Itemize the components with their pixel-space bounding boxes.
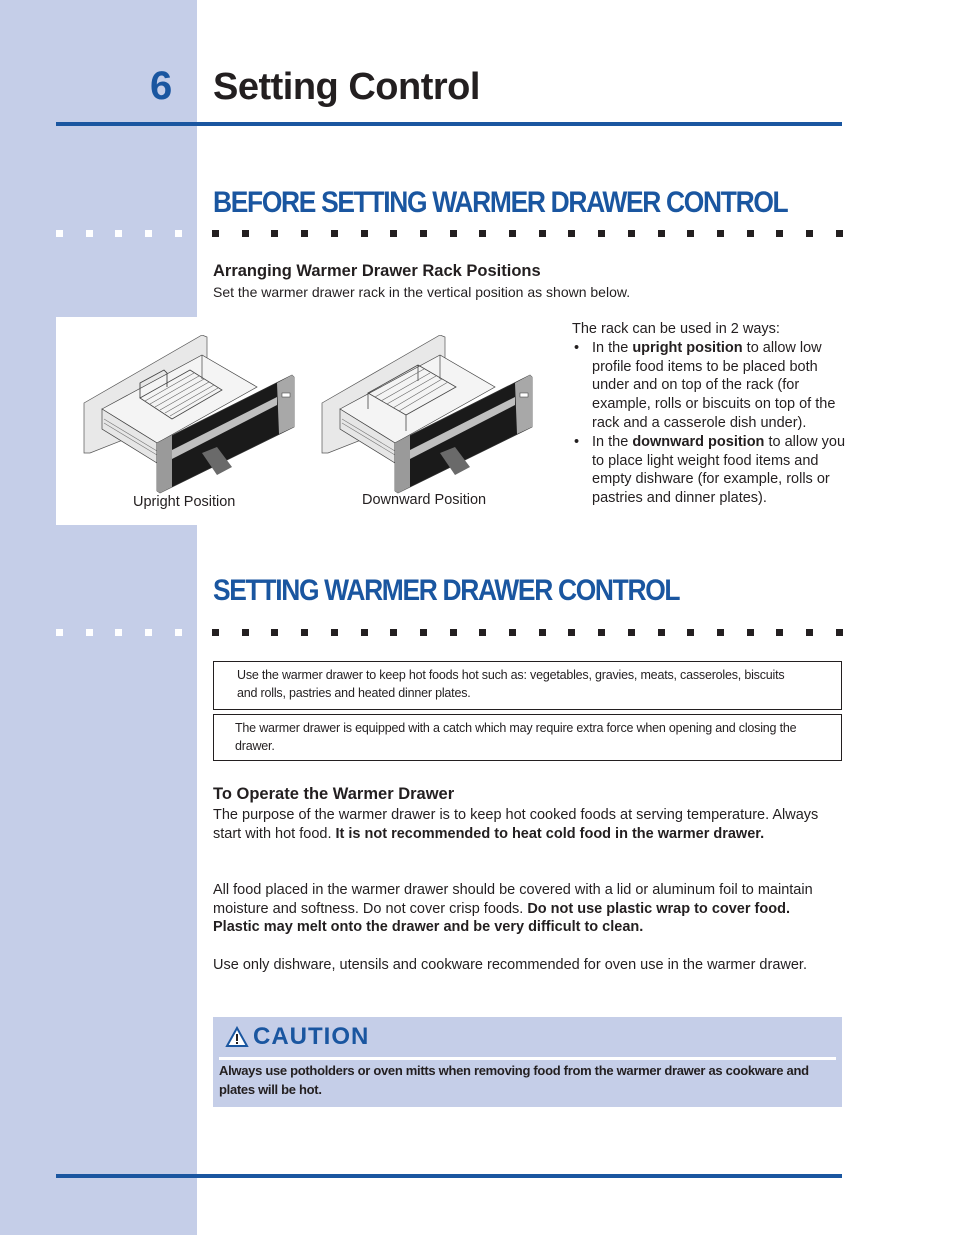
divider-square — [174, 629, 182, 636]
divider-square — [301, 629, 309, 636]
divider-square — [657, 629, 665, 636]
divider-square — [746, 629, 754, 636]
divider-square — [419, 629, 427, 636]
dotted-divider — [56, 230, 846, 238]
caution-title: CAUTION — [225, 1023, 369, 1051]
divider-square — [509, 629, 516, 636]
divider-square — [449, 230, 457, 237]
divider-square — [271, 629, 279, 636]
divider-square — [212, 629, 219, 636]
chapter-number: 6 — [150, 64, 173, 108]
caution-box: CAUTION Always use potholders or oven mi… — [213, 1017, 842, 1107]
divider-square — [360, 230, 368, 237]
divider-square — [657, 230, 665, 237]
divider-square — [806, 629, 813, 636]
caption-upright-position: Upright Position — [133, 494, 236, 510]
divider-square — [360, 629, 368, 636]
section-heading-before-setting: BEFORE SETTING WARMER DRAWER CONTROL — [213, 186, 789, 219]
rack-usage-list: The rack can be used in 2 ways: • In the… — [572, 320, 847, 508]
divider-square — [115, 230, 123, 237]
caution-label: CAUTION — [253, 1023, 370, 1050]
divider-square — [627, 230, 635, 237]
warmer-drawer-downward-rack-illustration — [321, 335, 533, 494]
paragraph-text: Use only dishware, utensils and cookware… — [213, 957, 807, 973]
caution-text: Always use potholders or oven mitts when… — [219, 1063, 809, 1097]
divider-square — [835, 629, 843, 636]
note-box: Use the warmer drawer to keep hot foods … — [213, 661, 842, 710]
caption-downward-position: Downward Position — [362, 492, 487, 508]
divider-square — [716, 629, 724, 636]
divider-square — [835, 230, 843, 237]
warning-triangle-icon — [225, 1026, 249, 1047]
divider-square — [115, 629, 123, 636]
divider-square — [145, 629, 153, 636]
paragraph: All food placed in the warmer drawer sho… — [213, 881, 833, 937]
subheading-operate-drawer: To Operate the Warmer Drawer — [213, 785, 455, 803]
divider-square — [479, 230, 487, 237]
divider-square — [746, 230, 754, 237]
usage-item-bold: downward position — [632, 433, 765, 450]
divider-square — [598, 629, 606, 636]
rack-intro-text: Set the warmer drawer rack in the vertic… — [213, 284, 631, 300]
divider-square — [538, 230, 546, 237]
figure-panel: Upright Position Downward Position — [56, 317, 566, 525]
divider-square — [716, 230, 724, 237]
divider-square — [776, 230, 784, 237]
sidebar-band — [0, 0, 197, 1235]
paragraph: The purpose of the warmer drawer is to k… — [213, 806, 833, 843]
divider-square — [538, 629, 546, 636]
bullet: • — [574, 339, 580, 356]
divider-square — [806, 230, 813, 237]
divider-square — [568, 230, 576, 237]
divider-square — [85, 629, 93, 636]
divider-square — [212, 230, 219, 237]
divider-square — [241, 230, 249, 237]
paragraph-bold-text: It is not recommended to heat cold food … — [335, 825, 765, 842]
note-text: Use the warmer drawer to keep hot foods … — [237, 668, 785, 700]
usage-item: • In the downward position to allow you … — [572, 433, 847, 508]
divider-square — [85, 230, 93, 237]
divider-square — [56, 230, 63, 237]
header-rule — [56, 122, 842, 126]
usage-item-prefix: In the — [592, 433, 633, 450]
note-text: The warmer drawer is equipped with a cat… — [235, 721, 797, 753]
divider-square — [56, 629, 63, 636]
divider-square — [687, 230, 695, 237]
divider-square — [390, 629, 398, 636]
usage-lead: The rack can be used in 2 ways: — [572, 321, 780, 337]
divider-square — [509, 230, 516, 237]
divider-square — [301, 230, 309, 237]
bullet: • — [574, 433, 580, 450]
caution-divider — [219, 1057, 836, 1060]
divider-square — [479, 629, 487, 636]
divider-square — [776, 629, 784, 636]
usage-item-prefix: In the — [592, 339, 633, 356]
divider-square — [627, 629, 635, 636]
divider-square — [330, 629, 338, 636]
footer-rule — [56, 1174, 842, 1178]
divider-square — [330, 230, 338, 237]
note-box: The warmer drawer is equipped with a cat… — [213, 714, 842, 761]
usage-item-bold: upright position — [632, 339, 743, 356]
divider-square — [419, 230, 427, 237]
page-title: Setting Control — [213, 66, 480, 108]
divider-square — [568, 629, 576, 636]
divider-square — [174, 230, 182, 237]
subheading-rack-positions: Arranging Warmer Drawer Rack Positions — [213, 262, 541, 280]
usage-item: • In the upright position to allow low p… — [572, 339, 847, 433]
divider-square — [687, 629, 695, 636]
paragraph: Use only dishware, utensils and cookware… — [213, 956, 833, 975]
divider-square — [449, 629, 457, 636]
divider-square — [271, 230, 279, 237]
warmer-drawer-upright-rack-illustration — [83, 335, 295, 494]
dotted-divider — [56, 629, 846, 637]
divider-square — [241, 629, 249, 636]
divider-square — [598, 230, 606, 237]
divider-square — [145, 230, 153, 237]
divider-square — [390, 230, 398, 237]
section-heading-setting-control: SETTING WARMER DRAWER CONTROL — [213, 574, 681, 607]
